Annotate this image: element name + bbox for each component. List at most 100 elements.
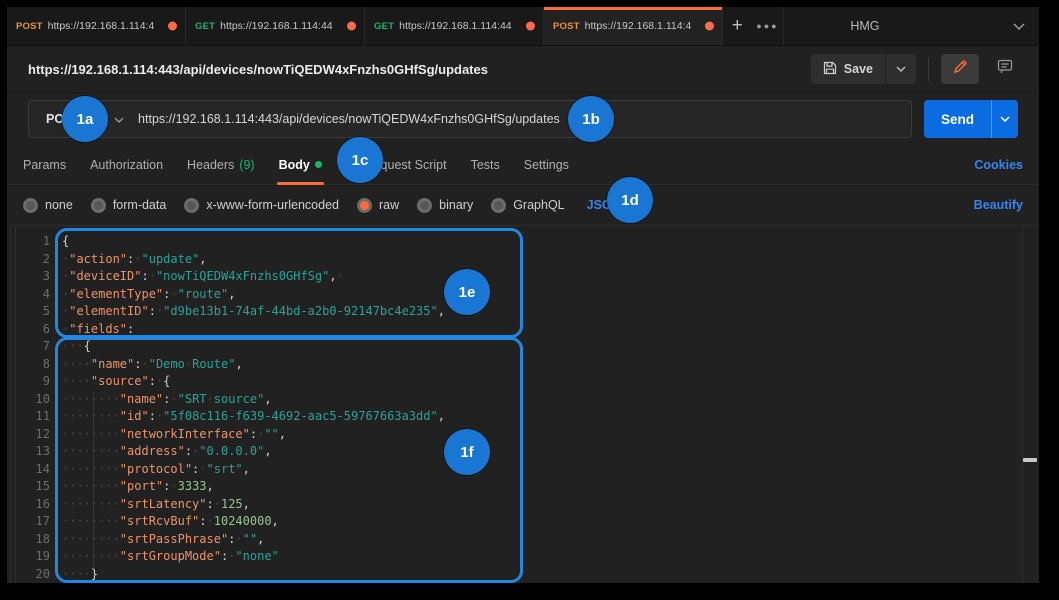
tab-tests[interactable]: Tests — [471, 145, 500, 184]
code-line[interactable]: 5·"elementID":·"d9be13b1-74af-44bd-a2b0-… — [17, 303, 1039, 321]
body-type-label: form-data — [113, 198, 167, 212]
more-tabs-button[interactable]: ●●● — [752, 7, 784, 45]
editor-left-line-2 — [15, 226, 16, 583]
url-input[interactable]: https://192.168.1.114:443/api/devices/no… — [138, 112, 560, 126]
code-line[interactable]: 1{ — [17, 233, 1039, 251]
code-line[interactable]: 9····"source":·{ — [17, 373, 1039, 391]
tab-settings[interactable]: Settings — [524, 145, 569, 184]
method-chevron-icon[interactable] — [114, 110, 124, 128]
save-icon — [823, 61, 837, 78]
code-line[interactable]: 15········"port":·3333, — [17, 478, 1039, 496]
body-editor[interactable]: 1{2·"action":·"update",3·"deviceID":·"no… — [7, 225, 1039, 583]
unsaved-dot-icon — [526, 22, 535, 31]
tab-url-label: https://192.168.1.114:4 — [48, 20, 155, 32]
editor-scrollbar-thumb[interactable] — [1023, 458, 1037, 462]
tab-method-label: POST — [553, 21, 580, 32]
code-text: ········"protocol":·"srt", — [62, 461, 250, 479]
indent-guide — [93, 392, 94, 568]
code-text: ·"action":·"update", — [62, 251, 207, 269]
request-tab[interactable]: POST https://192.168.1.114:4 — [544, 7, 723, 45]
code-lines: 1{2·"action":·"update",3·"deviceID":·"no… — [17, 233, 1039, 583]
code-line[interactable]: 13········"address":·"0.0.0.0", — [17, 443, 1039, 461]
line-number: 18 — [17, 531, 62, 549]
tab-headers[interactable]: Headers(9) — [187, 145, 255, 184]
code-line[interactable]: 16········"srtLatency":·125, — [17, 496, 1039, 514]
code-line[interactable]: 3·"deviceID":·"nowTiQEDW4xFnzhs0GHfSg",· — [17, 268, 1039, 286]
edit-button[interactable] — [941, 54, 979, 84]
tab-params[interactable]: Params — [23, 145, 66, 184]
body-type-label: raw — [379, 198, 399, 212]
save-button[interactable]: Save — [811, 54, 916, 84]
radio-icon — [184, 198, 199, 213]
request-title: https://192.168.1.114:443/api/devices/no… — [28, 62, 811, 77]
request-tab-list: POST https://192.168.1.114:4 GEThttps://19… — [7, 7, 723, 45]
tab-label: Headers — [187, 158, 234, 172]
code-line[interactable]: 8····"name":·"Demo·Route", — [17, 356, 1039, 374]
send-options-button[interactable] — [991, 100, 1018, 138]
send-button[interactable]: Send — [924, 100, 1018, 138]
body-modified-dot-icon — [315, 161, 322, 168]
pencil-icon — [953, 59, 968, 79]
section-tab-list: ParamsAuthorizationHeaders(9)BodyPre-req… — [23, 145, 569, 184]
line-number: 15 — [17, 478, 62, 496]
line-number: 16 — [17, 496, 62, 514]
tab-url-label: https://192.168.1.114:4 — [585, 20, 692, 32]
annotation-badge-1e: 1e — [444, 269, 490, 315]
body-type-binary[interactable]: binary — [417, 198, 473, 213]
code-line[interactable]: 12········"networkInterface":·"", — [17, 426, 1039, 444]
body-type-graphql[interactable]: GraphQL — [491, 198, 564, 213]
unsaved-dot-icon — [705, 22, 714, 31]
save-options-button[interactable] — [885, 54, 916, 84]
editor-scrollbar-track — [1022, 226, 1023, 583]
code-line[interactable]: 10········"name":·"SRT·source", — [17, 391, 1039, 409]
code-line[interactable]: 18········"srtPassPhrase":·"", — [17, 531, 1039, 549]
body-type-label: x-www-form-urlencoded — [206, 198, 339, 212]
code-line[interactable]: 2·"action":·"update", — [17, 251, 1039, 269]
code-text: ········"id":·"5f08c116-f639-4692-aac5-5… — [62, 408, 445, 426]
line-number: 6 — [17, 321, 62, 339]
unsaved-dot-icon — [347, 22, 356, 31]
code-line[interactable]: 11········"id":·"5f08c116-f639-4692-aac5… — [17, 408, 1039, 426]
body-type-form-data[interactable]: form-data — [91, 198, 167, 213]
line-number: 13 — [17, 443, 62, 461]
tab-label: Body — [279, 158, 310, 172]
annotation-badge-1d: 1d — [607, 177, 653, 223]
tab-label: Authorization — [90, 158, 163, 172]
body-type-x-www-form-urlencoded[interactable]: x-www-form-urlencoded — [184, 198, 339, 213]
code-line[interactable]: 7···{ — [17, 338, 1039, 356]
unsaved-dot-icon — [168, 22, 177, 31]
new-tab-button[interactable]: + — [723, 7, 752, 45]
body-type-none[interactable]: none — [23, 198, 73, 213]
request-tab[interactable]: GEThttps://192.168.1.114:44 — [365, 7, 544, 45]
annotation-badge-1f: 1f — [444, 429, 490, 475]
environment-selector[interactable]: HMG — [783, 7, 1039, 45]
save-label: Save — [844, 62, 873, 76]
request-tab[interactable]: GEThttps://192.168.1.114:44 — [186, 7, 365, 45]
request-tab[interactable]: POST https://192.168.1.114:4 — [7, 7, 186, 45]
code-text: ·"fields": — [62, 321, 134, 339]
environment-name: HMG — [850, 19, 1013, 33]
code-line[interactable]: 4·"elementType":·"route", — [17, 286, 1039, 304]
code-text: ·"elementID":·"d9be13b1-74af-44bd-a2b0-9… — [62, 303, 445, 321]
body-type-label: none — [45, 198, 73, 212]
body-type-raw[interactable]: raw — [357, 198, 399, 213]
code-text: ·"elementType":·"route", — [62, 286, 235, 304]
tab-method-label: POST — [16, 21, 43, 32]
comment-button[interactable] — [987, 54, 1023, 84]
code-line[interactable]: 17········"srtRcvBuf":·10240000, — [17, 513, 1039, 531]
body-type-label: GraphQL — [513, 198, 564, 212]
line-number: 2 — [17, 251, 62, 269]
tab-authorization[interactable]: Authorization — [90, 145, 163, 184]
code-line[interactable]: 14········"protocol":·"srt", — [17, 461, 1039, 479]
code-line[interactable]: 19········"srtGroupMode":·"none" — [17, 548, 1039, 566]
beautify-link[interactable]: Beautify — [974, 198, 1023, 212]
line-number: 14 — [17, 461, 62, 479]
cookies-link[interactable]: Cookies — [974, 158, 1023, 172]
code-line[interactable]: 6·"fields": — [17, 321, 1039, 339]
tab-body[interactable]: Body — [279, 145, 322, 184]
tab-url-label: https://192.168.1.114:44 — [220, 20, 332, 32]
line-number: 12 — [17, 426, 62, 444]
line-number: 7 — [17, 338, 62, 356]
code-text: ····"name":·"Demo·Route", — [62, 356, 243, 374]
code-line[interactable]: 20····} — [17, 566, 1039, 584]
